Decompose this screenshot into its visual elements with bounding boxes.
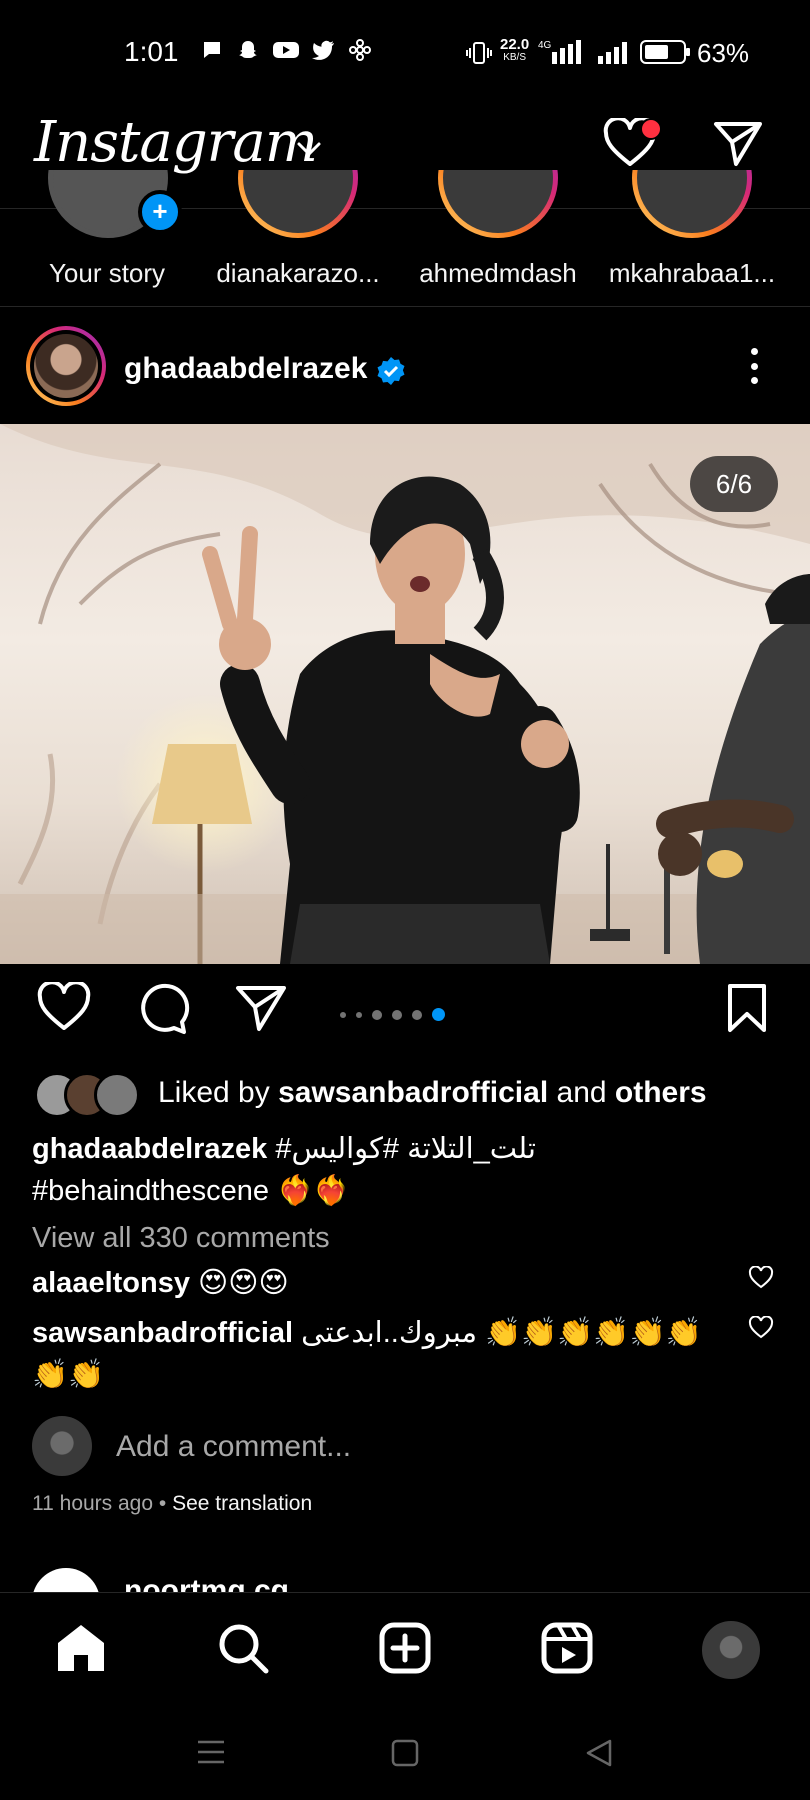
liked-prefix: Liked by (158, 1076, 279, 1109)
twitter-icon (312, 40, 334, 60)
network-speed: 22.0 KB/S (500, 36, 530, 64)
home-square-icon[interactable] (390, 1738, 420, 1768)
post-photo[interactable] (0, 424, 810, 964)
status-time: 1:01 (124, 36, 179, 67)
youtube-icon (273, 42, 299, 58)
photo-scene (0, 424, 810, 964)
story-label[interactable]: dianakarazo... (208, 258, 388, 289)
comment-row: alaaeltonsy 😍😍😍 (32, 1262, 732, 1304)
home-icon[interactable] (54, 1621, 108, 1675)
svg-text:4G: 4G (538, 40, 552, 51)
snapchat-icon (239, 41, 257, 58)
carousel-dot (356, 1011, 362, 1018)
chat-bubble-icon (204, 42, 220, 58)
status-bar: 1:01 22.0 KB/S 4G 63% (0, 0, 810, 100)
see-translation-link[interactable]: See translation (172, 1492, 312, 1515)
direct-message-icon[interactable] (712, 118, 764, 168)
chevron-down-icon[interactable] (296, 140, 322, 158)
liked-user[interactable]: sawsanbadrofficial (278, 1076, 548, 1109)
story-avatar[interactable] (622, 170, 762, 238)
notification-icons (200, 38, 372, 62)
comment-text: 😍😍😍 (189, 1267, 289, 1299)
story-label[interactable]: mkahrabaa1... (602, 258, 782, 289)
carousel-dot (392, 1009, 402, 1020)
caption-hashtag[interactable]: #behaindthescene (32, 1175, 269, 1207)
story-label[interactable]: Your story (17, 258, 197, 289)
story-avatar[interactable] (428, 170, 568, 238)
caption-emoji: ❤️‍🔥❤️‍🔥 (277, 1175, 350, 1207)
comment-username[interactable]: sawsanbadrofficial (32, 1317, 293, 1349)
battery-percent: 63% (697, 38, 750, 68)
vibrate-icon (466, 42, 492, 64)
liked-others[interactable]: others (615, 1076, 707, 1109)
liked-avatar (94, 1072, 140, 1118)
liked-by-avatars[interactable] (34, 1072, 144, 1118)
pinwheel-icon (349, 39, 371, 61)
battery-icon (640, 40, 690, 64)
more-options-icon[interactable] (748, 348, 760, 384)
story-label[interactable]: ahmedmdash (408, 258, 588, 289)
instagram-logo[interactable]: Instagram (34, 110, 318, 175)
reels-icon[interactable] (540, 1621, 594, 1675)
carousel-dot (412, 1009, 422, 1020)
liked-by-text[interactable]: Liked by sawsanbadrofficial and others (158, 1076, 707, 1110)
system-navigation-bar (0, 1702, 810, 1800)
current-user-avatar (32, 1416, 92, 1476)
story-avatar[interactable] (228, 170, 368, 238)
stories-divider (0, 306, 810, 307)
share-icon[interactable] (234, 982, 288, 1034)
carousel-indicator (340, 1008, 445, 1021)
bottom-navigation (0, 1592, 810, 1703)
like-heart-icon[interactable] (36, 982, 92, 1034)
photo-counter-badge: 6/6 (690, 456, 778, 512)
post-author-avatar[interactable] (26, 326, 106, 406)
view-all-comments-link[interactable]: View all 330 comments (32, 1222, 330, 1255)
menu-icon[interactable] (196, 1738, 226, 1766)
notification-dot (640, 118, 662, 140)
verified-badge-icon (377, 357, 405, 385)
comment-row: sawsanbadrofficial مبروك..ابدعتى 👏👏👏👏👏👏👏… (32, 1312, 732, 1396)
separator: • (153, 1492, 173, 1515)
post-timestamp: 11 hours ago • See translation (32, 1492, 312, 1516)
comment-like-icon[interactable] (748, 1266, 774, 1290)
liked-middle: and (548, 1076, 615, 1109)
create-post-icon[interactable] (378, 1621, 432, 1675)
comment-icon[interactable] (134, 982, 190, 1036)
post-caption: ghadaabdelrazek #تلت_التلاتة #كواليس #be… (32, 1128, 772, 1212)
signal-4g-icon: 4G (538, 40, 581, 64)
carousel-dot (372, 1009, 382, 1020)
post-author-username[interactable]: ghadaabdelrazek (124, 352, 367, 386)
bookmark-icon[interactable] (724, 982, 770, 1034)
caption-username[interactable]: ghadaabdelrazek (32, 1133, 267, 1165)
carousel-dot (340, 1011, 346, 1018)
comment-username[interactable]: alaaeltonsy (32, 1267, 190, 1299)
comment-like-icon[interactable] (748, 1316, 774, 1340)
search-icon[interactable] (216, 1621, 270, 1675)
add-story-plus-icon[interactable]: + (138, 190, 182, 234)
carousel-dot (432, 1008, 445, 1021)
profile-avatar-tab[interactable] (700, 1619, 762, 1681)
net-speed-unit: KB/S (503, 52, 526, 63)
signal-icon (598, 42, 627, 64)
back-triangle-icon[interactable] (584, 1738, 614, 1768)
time-ago: 11 hours ago (32, 1492, 154, 1515)
net-speed-value: 22.0 (500, 36, 530, 53)
caption-text: #تلت_التلاتة #كواليس (267, 1133, 536, 1165)
add-comment-input[interactable]: Add a comment... (116, 1430, 351, 1464)
